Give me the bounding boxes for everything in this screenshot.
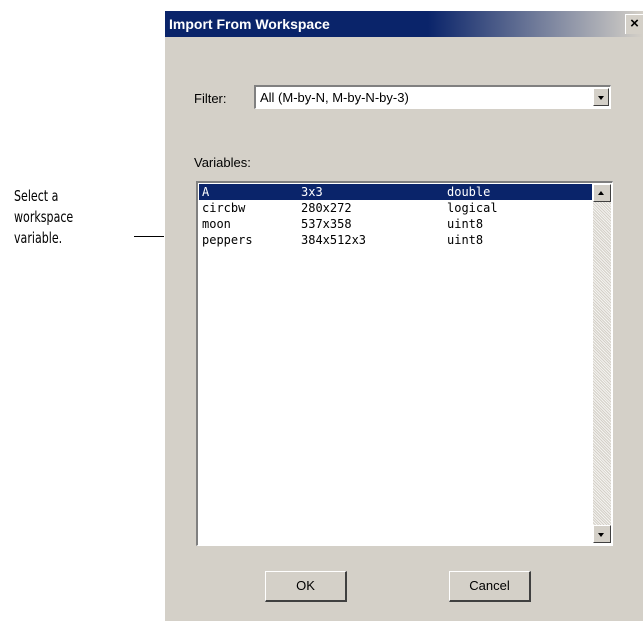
- filter-label: Filter:: [194, 91, 227, 106]
- variable-row-peppers[interactable]: peppers 384x512x3 uint8: [199, 232, 592, 248]
- ok-button[interactable]: OK: [265, 571, 347, 602]
- import-dialog: Import From Workspace × Filter: All (M-b…: [164, 10, 643, 621]
- variable-class: uint8: [447, 233, 484, 247]
- variable-name: A: [202, 185, 210, 199]
- variable-row-a[interactable]: A 3x3 double: [199, 184, 592, 200]
- variable-row-moon[interactable]: moon 537x358 uint8: [199, 216, 592, 232]
- scroll-down-button[interactable]: [593, 525, 611, 543]
- variable-name: peppers: [202, 233, 253, 247]
- filter-dropdown[interactable]: All (M-by-N, M-by-N-by-3): [254, 85, 611, 109]
- variable-size: 537x358: [301, 217, 352, 231]
- dialog-title: Import From Workspace: [169, 16, 330, 32]
- variable-size: 3x3: [301, 185, 323, 199]
- vertical-scrollbar[interactable]: [593, 184, 611, 543]
- scroll-up-icon: [598, 191, 604, 195]
- variable-class: logical: [447, 201, 498, 215]
- variable-class: double: [447, 185, 491, 199]
- variable-name: circbw: [202, 201, 246, 215]
- callout-line-2: workspace: [14, 208, 74, 226]
- variable-class: uint8: [447, 217, 484, 231]
- variable-size: 384x512x3: [301, 233, 367, 247]
- variables-label: Variables:: [194, 155, 251, 170]
- scroll-up-button[interactable]: [593, 184, 611, 202]
- callout-line-3: variable.: [14, 229, 63, 247]
- chevron-down-icon: [598, 96, 604, 100]
- scroll-down-icon: [598, 533, 604, 537]
- filter-value: All (M-by-N, M-by-N-by-3): [260, 90, 409, 105]
- close-icon: ×: [630, 15, 639, 32]
- variable-row-circbw[interactable]: circbw 280x272 logical: [199, 200, 592, 216]
- variables-rows: A 3x3 double circbw 280x272 logical moon…: [199, 184, 592, 248]
- variable-size: 280x272: [301, 201, 352, 215]
- title-bar[interactable]: Import From Workspace ×: [165, 11, 643, 37]
- callout-line-1: Select a: [14, 187, 59, 205]
- filter-dropdown-button[interactable]: [593, 88, 609, 106]
- close-button[interactable]: ×: [625, 14, 643, 34]
- variables-listbox[interactable]: A 3x3 double circbw 280x272 logical moon…: [196, 181, 613, 546]
- variable-name: moon: [202, 217, 231, 231]
- annotation-callout: Select a workspace variable.: [14, 186, 73, 249]
- cancel-button[interactable]: Cancel: [449, 571, 531, 602]
